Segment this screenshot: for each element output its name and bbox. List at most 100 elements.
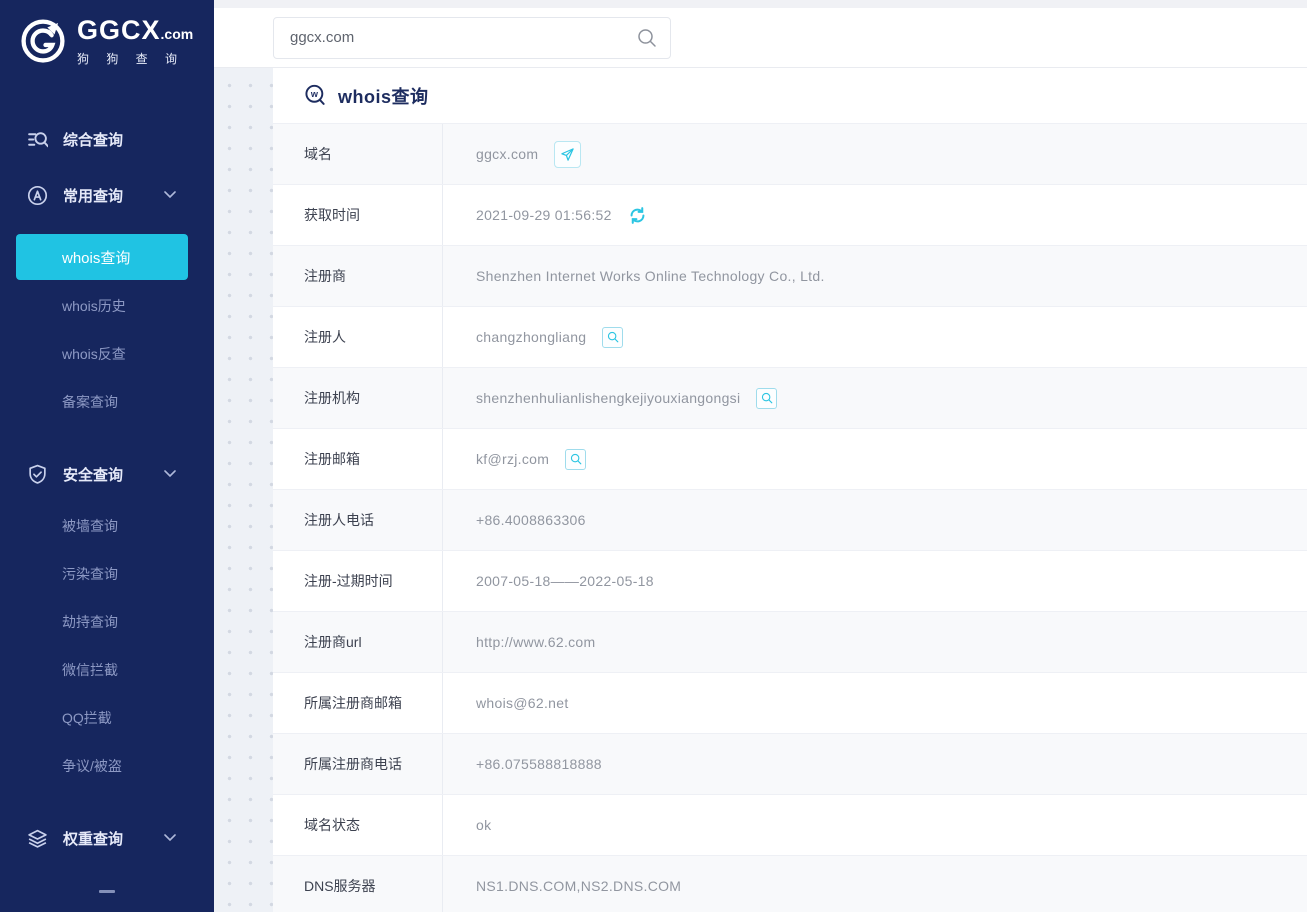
sidebar-item-gfw-check[interactable]: 被墙查询 (0, 502, 214, 550)
card-title-bar: w whois查询 (273, 68, 1307, 123)
sidebar-item-whois-reverse[interactable]: whois反查 (0, 330, 214, 378)
send-icon[interactable] (554, 140, 582, 168)
chevron-down-icon (164, 470, 176, 478)
sidebar-item-pollution-check[interactable]: 污染查询 (0, 550, 214, 598)
sidebar: GGCX .com 狗 狗 查 询 综合查询 常用查询 whois查询 whoi… (0, 0, 214, 912)
search-icon[interactable] (756, 387, 778, 409)
sidebar-item-label: 劫持查询 (62, 614, 118, 630)
sidebar-item-label: 被墙查询 (62, 518, 118, 534)
sidebar-item-label: 微信拦截 (62, 662, 118, 678)
header-bar (214, 8, 1307, 68)
chevron-down-icon (164, 834, 176, 842)
row-value-cell: +86.4008863306 (443, 490, 1307, 550)
layers-icon (27, 828, 48, 849)
brand-text: GGCX .com 狗 狗 查 询 (77, 15, 193, 67)
refresh-icon[interactable] (628, 206, 647, 225)
table-row-fetch-time: 获取时间 2021-09-29 01:56:52 (273, 185, 1307, 246)
sidebar-item-label: 综合查询 (63, 131, 124, 149)
row-value-cell: 2021-09-29 01:56:52 (443, 185, 1307, 245)
table-row-dns-servers: DNS服务器 NS1.DNS.COM,NS2.DNS.COM (273, 856, 1307, 912)
row-value: changzhongliang (476, 329, 587, 345)
svg-text:w: w (310, 89, 319, 99)
content-body: w whois查询 域名 ggcx.com 获取时间 2021-09-29 01… (214, 68, 1307, 912)
brand-logo[interactable]: GGCX .com 狗 狗 查 询 (0, 0, 214, 67)
shield-check-icon (27, 464, 48, 485)
table-row-domain: 域名 ggcx.com (273, 124, 1307, 185)
sidebar-group-security-header[interactable]: 安全查询 (0, 446, 214, 502)
brand-subtitle: 狗 狗 查 询 (77, 52, 185, 66)
row-value-cell: 2007-05-18——2022-05-18 (443, 551, 1307, 611)
table-row-registrant: 注册人 changzhongliang (273, 307, 1307, 368)
brand-name: GGCX (77, 15, 161, 45)
sidebar-item-label: whois查询 (62, 249, 131, 267)
sidebar-item-whois-history[interactable]: whois历史 (0, 282, 214, 330)
sidebar-group-security: 安全查询 被墙查询 污染查询 劫持查询 微信拦截 QQ拦截 争议/被盗 (0, 446, 214, 790)
row-label: 注册机构 (273, 368, 443, 428)
row-label: 所属注册商邮箱 (273, 673, 443, 733)
table-row-registrar-email: 所属注册商邮箱 whois@62.net (273, 673, 1307, 734)
row-value: ggcx.com (476, 146, 539, 162)
search-icon[interactable] (636, 27, 658, 49)
whois-magnifier-icon: w (303, 83, 328, 108)
sidebar-item-whois-lookup[interactable]: whois查询 (16, 234, 188, 280)
row-value: 2021-09-29 01:56:52 (476, 207, 612, 223)
sidebar-item-label: 污染查询 (62, 566, 118, 582)
sidebar-scroll-dash (99, 890, 115, 893)
sidebar-group-common: 常用查询 whois查询 whois历史 whois反查 备案查询 (0, 167, 214, 426)
sidebar-group-weight-header[interactable]: 权重查询 (0, 810, 214, 866)
row-label: 注册人电话 (273, 490, 443, 550)
sidebar-group-common-header[interactable]: 常用查询 (0, 167, 214, 223)
sidebar-sublist-security: 被墙查询 污染查询 劫持查询 微信拦截 QQ拦截 争议/被盗 (0, 502, 214, 790)
app-window: GGCX .com 狗 狗 查 询 综合查询 常用查询 whois查询 whoi… (0, 0, 1307, 912)
row-value-cell: NS1.DNS.COM,NS2.DNS.COM (443, 856, 1307, 912)
row-value-cell: +86.075588818888 (443, 734, 1307, 794)
whois-table: 域名 ggcx.com 获取时间 2021-09-29 01:56:52 注册商… (273, 123, 1307, 912)
row-value-cell: kf@rzj.com (443, 429, 1307, 489)
sidebar-item-label: whois历史 (62, 298, 126, 314)
row-value: Shenzhen Internet Works Online Technolog… (476, 268, 825, 284)
sidebar-item-comprehensive[interactable]: 综合查询 (0, 111, 214, 167)
sidebar-item-wechat-block[interactable]: 微信拦截 (0, 646, 214, 694)
row-value-cell: whois@62.net (443, 673, 1307, 733)
row-value: NS1.DNS.COM,NS2.DNS.COM (476, 878, 682, 894)
row-value: ok (476, 817, 492, 833)
table-row-registrant-phone: 注册人电话 +86.4008863306 (273, 490, 1307, 551)
sidebar-group-label: 安全查询 (63, 466, 124, 484)
row-label: DNS服务器 (273, 856, 443, 912)
sidebar-item-label: whois反查 (62, 346, 126, 362)
sidebar-item-hijack-check[interactable]: 劫持查询 (0, 598, 214, 646)
sidebar-group-label: 权重查询 (63, 830, 124, 848)
dog-logo-icon (20, 18, 66, 64)
row-value: +86.4008863306 (476, 512, 586, 528)
row-label: 注册人 (273, 307, 443, 367)
domain-search-box (273, 16, 671, 59)
sidebar-item-label: 备案查询 (62, 394, 118, 410)
row-value: kf@rzj.com (476, 451, 550, 467)
row-value-cell: ggcx.com (443, 124, 1307, 184)
row-value-cell: shenzhenhulianlishengkejiyouxiangongsi (443, 368, 1307, 428)
sidebar-item-icp-lookup[interactable]: 备案查询 (0, 378, 214, 426)
row-label: 注册商url (273, 612, 443, 672)
row-label: 注册商 (273, 246, 443, 306)
table-row-registrant-org: 注册机构 shenzhenhulianlishengkejiyouxiangon… (273, 368, 1307, 429)
table-row-registrar-phone: 所属注册商电话 +86.075588818888 (273, 734, 1307, 795)
row-value: 2007-05-18——2022-05-18 (476, 573, 654, 589)
sidebar-item-label: QQ拦截 (62, 710, 112, 726)
sidebar-item-label: 争议/被盗 (62, 758, 122, 774)
top-strip (214, 0, 1307, 8)
sidebar-group-label: 常用查询 (63, 187, 124, 205)
sidebar-item-dispute-stolen[interactable]: 争议/被盗 (0, 742, 214, 790)
row-value-cell: Shenzhen Internet Works Online Technolog… (443, 246, 1307, 306)
sidebar-sublist-common: whois查询 whois历史 whois反查 备案查询 (0, 234, 214, 426)
brand-suffix: .com (160, 26, 194, 42)
domain-search-input[interactable] (290, 29, 636, 46)
search-icon[interactable] (565, 448, 587, 470)
row-value: +86.075588818888 (476, 756, 602, 772)
chevron-down-icon (164, 191, 176, 199)
sidebar-item-qq-block[interactable]: QQ拦截 (0, 694, 214, 742)
filter-search-icon (27, 129, 48, 150)
search-icon[interactable] (602, 326, 624, 348)
row-value-cell: ok (443, 795, 1307, 855)
table-row-registrar: 注册商 Shenzhen Internet Works Online Techn… (273, 246, 1307, 307)
row-label: 域名状态 (273, 795, 443, 855)
